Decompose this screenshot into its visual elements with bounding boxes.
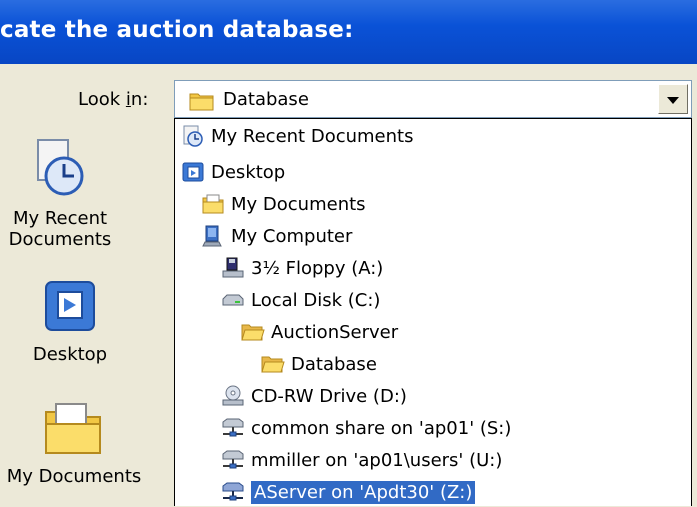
floppy-drive-icon [222, 257, 244, 278]
dropdown-item-label: mmiller on 'ap01\users' (U:) [251, 449, 503, 471]
look-in-dropdown-list[interactable]: My Recent Documents Desktop My Documents… [174, 118, 692, 506]
desktop-icon [45, 281, 95, 331]
look-in-value: Database [223, 89, 309, 110]
look-in-combobox[interactable]: Database [174, 80, 692, 118]
dropdown-item-label: My Recent Documents [211, 125, 414, 147]
open-folder-icon [261, 356, 285, 373]
dropdown-item-label: AuctionServer [271, 321, 399, 343]
recent-documents-icon [183, 125, 203, 147]
place-my-recent-documents[interactable]: My Recent Documents [0, 136, 120, 250]
my-computer-icon [202, 225, 222, 247]
dropdown-item-label: 3½ Floppy (A:) [251, 257, 384, 279]
dropdown-item-local-disk-c[interactable]: Local Disk (C:) [221, 285, 380, 315]
place-label: My Documents [6, 466, 142, 487]
look-in-label: Look in: [78, 89, 149, 110]
dialog-title-bar[interactable]: cate the auction database: [0, 0, 697, 64]
dropdown-item-desktop[interactable]: Desktop [181, 157, 285, 187]
place-desktop[interactable]: Desktop [0, 278, 140, 365]
dropdown-item-floppy-a[interactable]: 3½ Floppy (A:) [221, 253, 383, 283]
open-folder-icon [241, 324, 265, 341]
recent-documents-icon [37, 139, 84, 196]
dropdown-item-label: My Computer [231, 225, 353, 247]
dropdown-item-label: My Documents [231, 193, 366, 215]
dropdown-item-aserver-z[interactable]: AServer on 'Apdt30' (Z:) [221, 477, 477, 507]
network-drive-icon [222, 482, 244, 501]
dropdown-item-label: AServer on 'Apdt30' (Z:) [249, 479, 477, 505]
place-label: My Recent Documents [8, 208, 112, 250]
hard-disk-icon [222, 294, 244, 306]
dropdown-item-label: common share on 'ap01' (S:) [251, 417, 512, 439]
place-my-documents[interactable]: My Documents [0, 398, 148, 487]
dialog-title: cate the auction database: [0, 17, 354, 43]
dropdown-item-database[interactable]: Database [261, 349, 377, 379]
places-bar: My Recent Documents Desktop My Documents [0, 118, 174, 506]
network-drive-icon [222, 418, 244, 437]
folder-icon [189, 93, 214, 111]
cd-drive-icon [222, 385, 244, 406]
dropdown-item-label: Local Disk (C:) [251, 289, 381, 311]
dropdown-item-my-documents[interactable]: My Documents [201, 189, 366, 219]
my-documents-icon [45, 403, 101, 454]
chevron-down-icon [667, 97, 679, 104]
dropdown-item-label: Database [291, 353, 377, 375]
dropdown-item-label: CD-RW Drive (D:) [251, 385, 407, 407]
dropdown-item-auctionserver[interactable]: AuctionServer [241, 317, 398, 347]
place-label: Desktop [32, 344, 108, 365]
desktop-icon [182, 162, 204, 182]
dropdown-button[interactable] [658, 84, 688, 114]
network-drive-icon [222, 450, 244, 469]
my-documents-icon [202, 194, 224, 214]
dropdown-item-mmiller-u[interactable]: mmiller on 'ap01\users' (U:) [221, 445, 502, 475]
dropdown-item-my-computer[interactable]: My Computer [201, 221, 352, 251]
dropdown-item-common-share-s[interactable]: common share on 'ap01' (S:) [221, 413, 511, 443]
dropdown-item-cd-rw-d[interactable]: CD-RW Drive (D:) [221, 381, 407, 411]
dropdown-item-my-recent-documents[interactable]: My Recent Documents [181, 121, 413, 151]
dropdown-item-label: Desktop [211, 161, 286, 183]
